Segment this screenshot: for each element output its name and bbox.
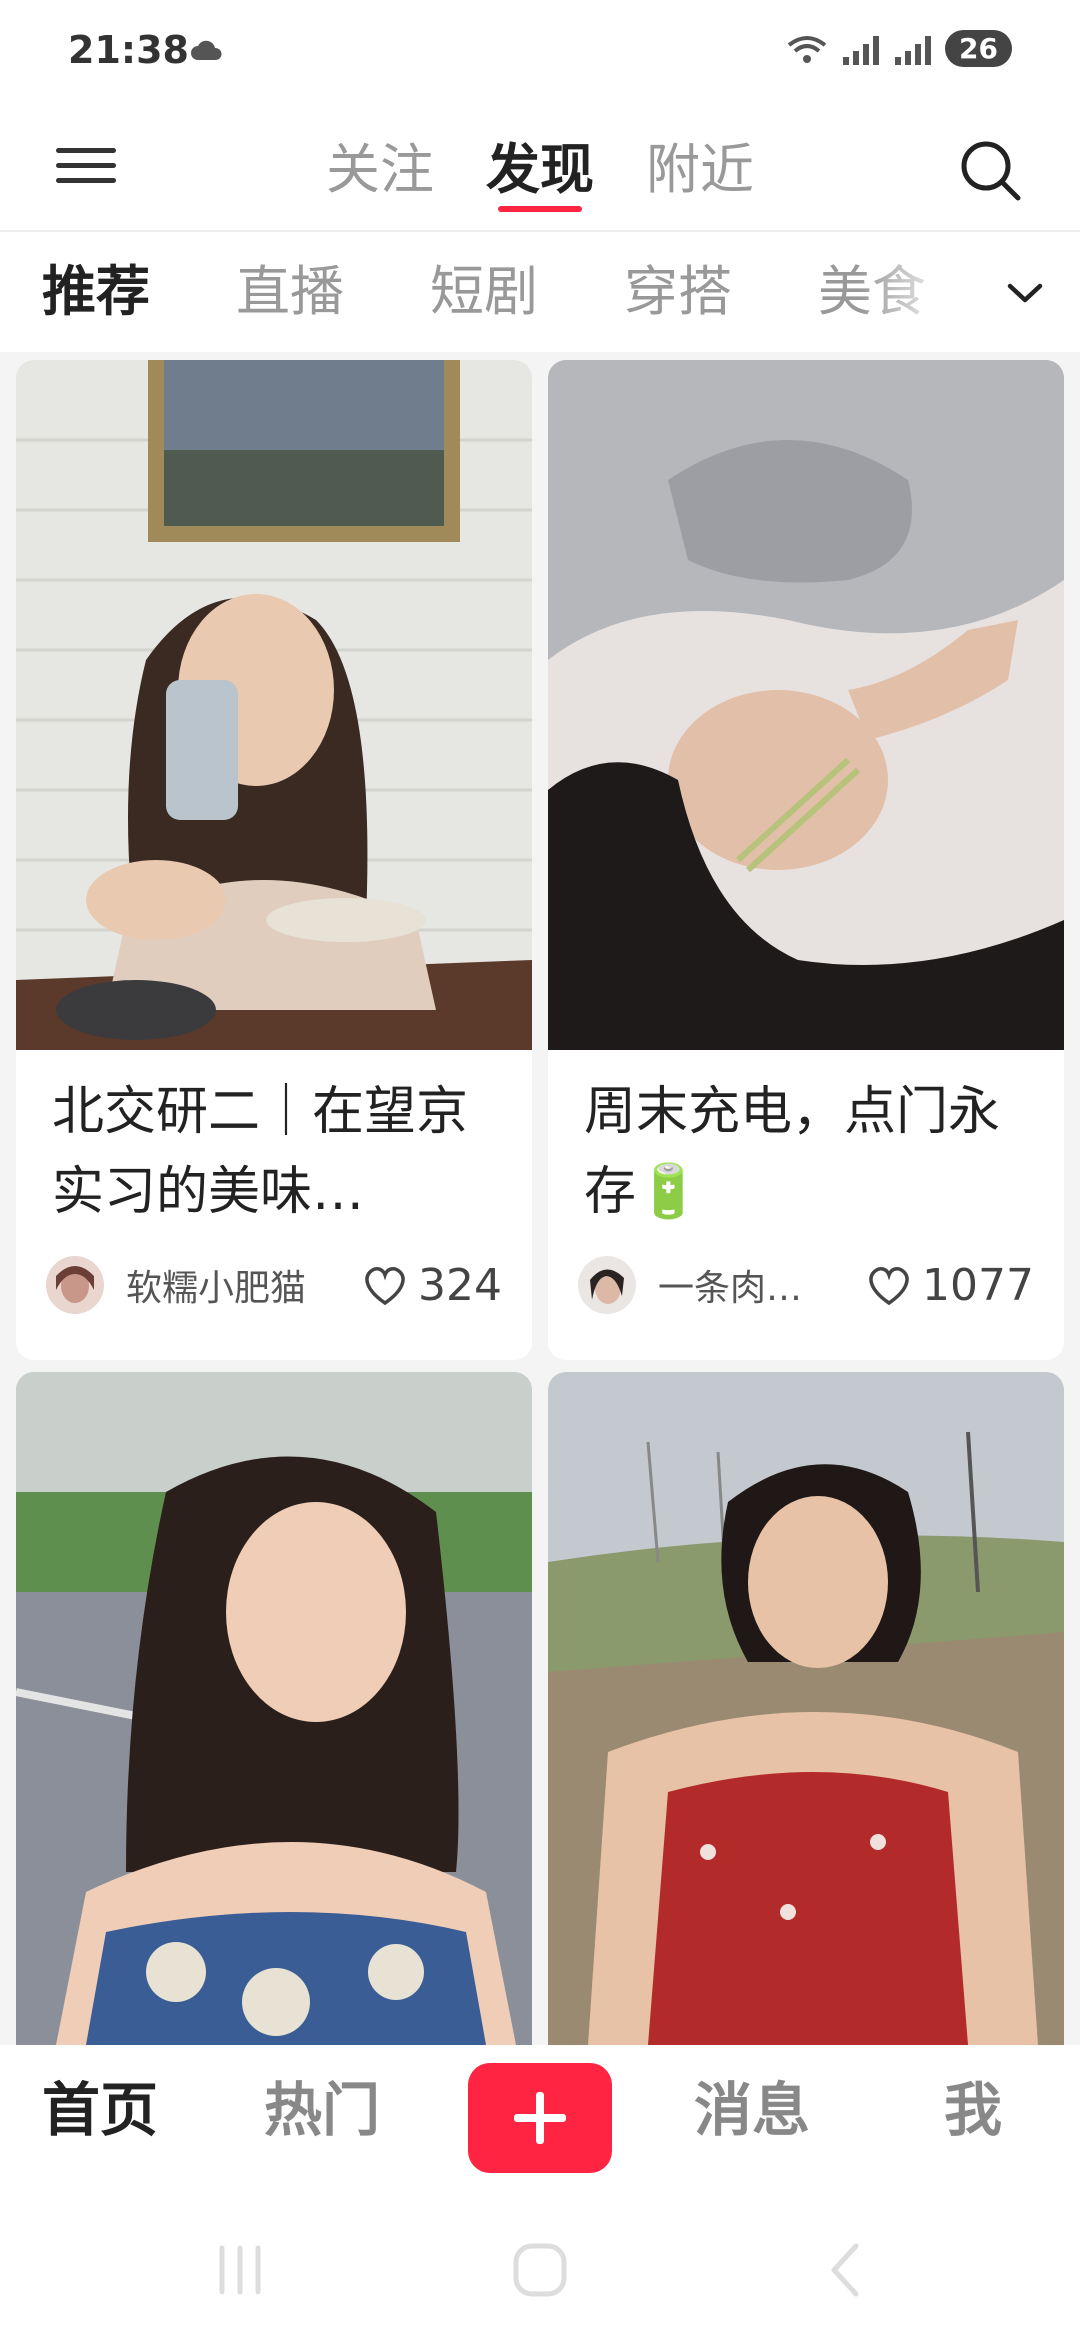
feed-card[interactable]: 周末充电，点门永存🔋 一条肉… 1077	[548, 360, 1064, 1360]
post-title: 周末充电，点门永存🔋	[584, 1082, 1001, 1222]
category-bar: 推荐 直播 短剧 穿搭 美食	[0, 232, 1080, 352]
status-icons: 26	[785, 30, 1012, 67]
wifi-icon	[787, 35, 827, 63]
back-icon[interactable]	[816, 2240, 876, 2300]
heart-icon	[365, 1266, 405, 1306]
nav-hot[interactable]: 热门	[264, 2045, 380, 2175]
like-button[interactable]: 324	[362, 1260, 502, 1311]
category-expand[interactable]	[970, 232, 1080, 352]
post-title: 北交研二｜在望京实习的美味…	[52, 1082, 469, 1222]
status-bar: 21:38 26	[0, 0, 1080, 110]
avatar[interactable]	[578, 1256, 636, 1314]
post-image	[16, 1372, 532, 2045]
signal-icon	[843, 35, 880, 65]
top-nav: 关注 发现 附近	[0, 110, 1080, 232]
publish-button[interactable]	[468, 2063, 612, 2173]
category-recommend[interactable]: 推荐	[42, 232, 150, 352]
avatar[interactable]	[46, 1256, 104, 1314]
category-short-drama[interactable]: 短剧	[430, 232, 538, 352]
author-name[interactable]: 软糯小肥猫	[126, 1259, 362, 1311]
system-nav-bar	[0, 2220, 1080, 2340]
heart-icon	[869, 1266, 909, 1306]
nav-messages[interactable]: 消息	[694, 2045, 810, 2175]
chevron-down-icon	[1007, 283, 1043, 303]
nav-home[interactable]: 首页	[42, 2045, 158, 2175]
feed-card[interactable]: 北交研二｜在望京实习的美味… 软糯小肥猫 324	[16, 360, 532, 1360]
feed-card[interactable]	[16, 1372, 532, 2045]
post-image	[548, 360, 1064, 1050]
like-count: 324	[418, 1259, 502, 1311]
category-live[interactable]: 直播	[236, 232, 344, 352]
tab-follow[interactable]: 关注	[326, 110, 434, 230]
tab-nearby[interactable]: 附近	[646, 110, 754, 230]
like-button[interactable]: 1077	[866, 1260, 1034, 1311]
post-image	[16, 360, 532, 1050]
plus-icon	[514, 2092, 566, 2144]
cloud-icon	[191, 40, 222, 60]
search-icon[interactable]	[952, 132, 1028, 208]
nav-me[interactable]: 我	[944, 2045, 1002, 2175]
status-time: 21:38	[68, 28, 189, 72]
feed-card[interactable]	[548, 1372, 1064, 2045]
post-image	[548, 1372, 1064, 2045]
tab-discover[interactable]: 发现	[486, 110, 594, 230]
like-count: 1077	[922, 1259, 1034, 1311]
author-name[interactable]: 一条肉…	[658, 1259, 866, 1311]
category-outfit[interactable]: 穿搭	[624, 232, 732, 352]
battery-indicator: 26	[945, 30, 1012, 67]
recent-apps-icon[interactable]	[210, 2240, 270, 2300]
home-icon[interactable]	[510, 2240, 570, 2300]
signal-icon	[895, 35, 932, 65]
top-tabs: 关注 发现 附近	[0, 110, 1080, 230]
bottom-nav: 首页 热门 消息 我	[0, 2045, 1080, 2220]
